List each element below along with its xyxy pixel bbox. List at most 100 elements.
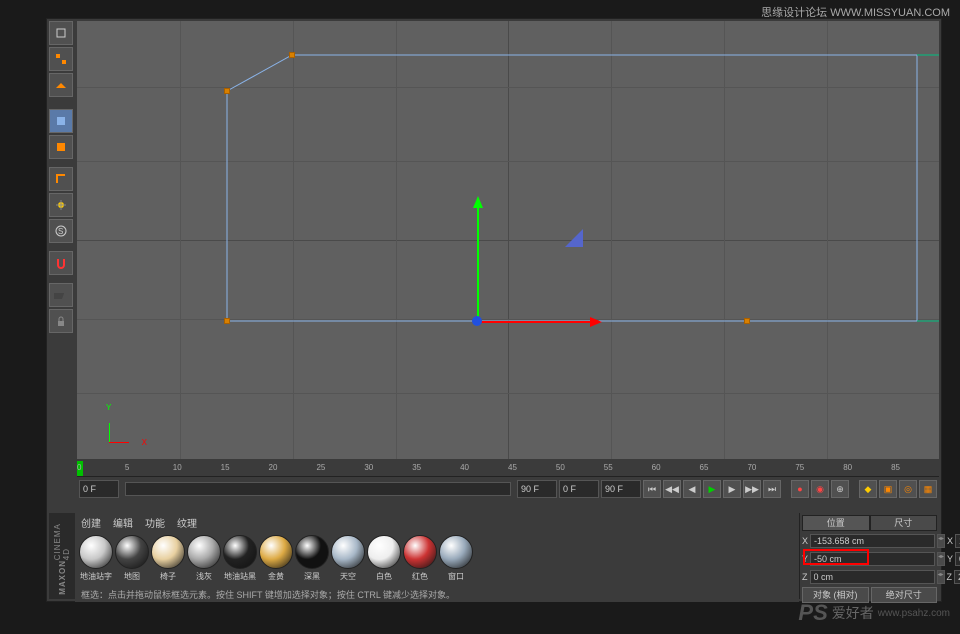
material-item[interactable]: 天空 [331, 535, 365, 582]
axis-label: X [802, 536, 808, 546]
material-sphere-icon [115, 535, 149, 569]
key-rot-button[interactable]: ◎ [899, 480, 917, 498]
ruler-tick-label: 5 [125, 463, 129, 472]
material-item[interactable]: 地油站黑 [223, 535, 257, 582]
axis-label: Z [802, 572, 808, 582]
branding: CINEMA 4D MAXON [49, 513, 75, 599]
total-frame-input[interactable] [601, 480, 641, 498]
key-pos-button[interactable]: ◆ [859, 480, 877, 498]
tool-live-select[interactable] [49, 21, 73, 45]
autokey-button[interactable]: ◉ [811, 480, 829, 498]
material-item[interactable]: 红色 [403, 535, 437, 582]
axis-plane-handle[interactable] [565, 229, 583, 247]
ruler-tick-label: 0 [77, 463, 81, 472]
record-button[interactable]: ● [791, 480, 809, 498]
cur-frame-input[interactable] [559, 480, 599, 498]
axis-label: Y [947, 554, 953, 564]
ruler-tick-label: 70 [747, 463, 756, 472]
tool-model[interactable] [49, 109, 73, 133]
material-label: 金黄 [268, 571, 284, 582]
key-options-button[interactable]: ⊕ [831, 480, 849, 498]
ruler-tick-label: 40 [460, 463, 469, 472]
tool-object[interactable] [49, 135, 73, 159]
ps-logo: PS [798, 600, 827, 626]
material-sphere-icon [367, 535, 401, 569]
material-item[interactable]: 窗口 [439, 535, 473, 582]
viewport[interactable] [77, 21, 939, 459]
ruler-tick-label: 65 [700, 463, 709, 472]
material-label: 天空 [340, 571, 356, 582]
spinner[interactable]: ◂▸ [937, 552, 945, 566]
end-frame-input[interactable] [517, 480, 557, 498]
axis-label: Y [802, 554, 808, 564]
material-item[interactable]: 地图 [115, 535, 149, 582]
material-tab[interactable]: 纹理 [177, 515, 197, 530]
next-frame-button[interactable]: ▶ [723, 480, 741, 498]
play-button[interactable]: ▶ [703, 480, 721, 498]
z-position-input[interactable] [810, 570, 935, 584]
tool-workplane[interactable] [49, 283, 73, 307]
position-tab[interactable]: 位置 [802, 515, 870, 531]
material-tab[interactable]: 功能 [145, 515, 165, 530]
start-frame-input[interactable] [79, 480, 119, 498]
prev-key-button[interactable]: ◀◀ [663, 480, 681, 498]
material-panel: 创建编辑功能纹理 地油站字地图椅子 浅灰 地油站黑 金黄 深黑 天空白色红色窗口 框选：点… [75, 513, 799, 599]
material-label: 深黑 [304, 571, 320, 582]
material-item[interactable]: 金黄 [259, 535, 293, 582]
goto-start-button[interactable]: ⏮ [643, 480, 661, 498]
tool-snap[interactable]: S [49, 219, 73, 243]
material-item[interactable]: 白色 [367, 535, 401, 582]
material-label: 椅子 [160, 571, 176, 582]
key-scale-button[interactable]: ▣ [879, 480, 897, 498]
material-item[interactable]: 椅子 [151, 535, 185, 582]
tool-axis[interactable] [49, 167, 73, 191]
y-position-input[interactable] [810, 552, 935, 566]
material-sphere-icon [259, 535, 293, 569]
spline-point[interactable] [224, 318, 230, 324]
tool-scale[interactable] [49, 73, 73, 97]
spinner[interactable]: ◂▸ [937, 570, 945, 584]
y-size-input[interactable] [955, 552, 960, 566]
material-item[interactable]: 深黑 [295, 535, 329, 582]
material-label: 地油站字 [80, 571, 112, 582]
y-axis-arrow[interactable] [477, 201, 479, 321]
key-param-button[interactable]: ▦ [919, 480, 937, 498]
spline-point[interactable] [224, 88, 230, 94]
material-label: 地油站黑 [224, 571, 256, 582]
material-sphere-icon [151, 535, 185, 569]
goto-end-button[interactable]: ⏭ [763, 480, 781, 498]
spline-point[interactable] [289, 52, 295, 58]
material-item[interactable]: 浅灰 [187, 535, 221, 582]
bottom-panel: CINEMA 4D MAXON 创建编辑功能纹理 地油站字地图椅子 浅灰 地油站黑 金… [49, 513, 939, 599]
tool-point[interactable] [49, 193, 73, 217]
timeline-ruler[interactable]: 0510152025303540455055606570758085 [77, 461, 939, 477]
prev-frame-button[interactable]: ◀ [683, 480, 701, 498]
axis-label: Z [947, 572, 953, 582]
material-row: 地油站字地图椅子 浅灰 地油站黑 金黄 深黑 天空白色红色窗口 [75, 531, 799, 586]
tool-move[interactable] [49, 47, 73, 71]
timeline-scrubber[interactable] [125, 482, 511, 496]
ruler-tick-label: 45 [508, 463, 517, 472]
ruler-tick-label: 60 [652, 463, 661, 472]
ruler-tick-label: 85 [891, 463, 900, 472]
spinner[interactable]: ◂▸ [937, 534, 945, 548]
z-size-input[interactable] [954, 570, 960, 584]
x-size-input[interactable] [955, 534, 960, 548]
x-position-input[interactable] [810, 534, 935, 548]
material-tab[interactable]: 创建 [81, 515, 101, 530]
material-label: 窗口 [448, 571, 464, 582]
material-label: 浅灰 [196, 571, 212, 582]
material-tab[interactable]: 编辑 [113, 515, 133, 530]
next-key-button[interactable]: ▶▶ [743, 480, 761, 498]
spline-point[interactable] [744, 318, 750, 324]
tool-lock[interactable] [49, 309, 73, 333]
ruler-tick-label: 55 [604, 463, 613, 472]
app-frame: S Y X 051 [46, 18, 942, 602]
tool-magnet[interactable] [49, 251, 73, 275]
size-tab[interactable]: 尺寸 [870, 515, 938, 531]
axis-center[interactable] [472, 316, 482, 326]
ruler-tick-label: 50 [556, 463, 565, 472]
x-axis-arrow[interactable] [477, 321, 597, 323]
status-bar: 框选：点击并拖动鼠标框选元素。按住 SHIFT 键增加选择对象；按住 CTRL … [75, 586, 799, 602]
material-item[interactable]: 地油站字 [79, 535, 113, 582]
